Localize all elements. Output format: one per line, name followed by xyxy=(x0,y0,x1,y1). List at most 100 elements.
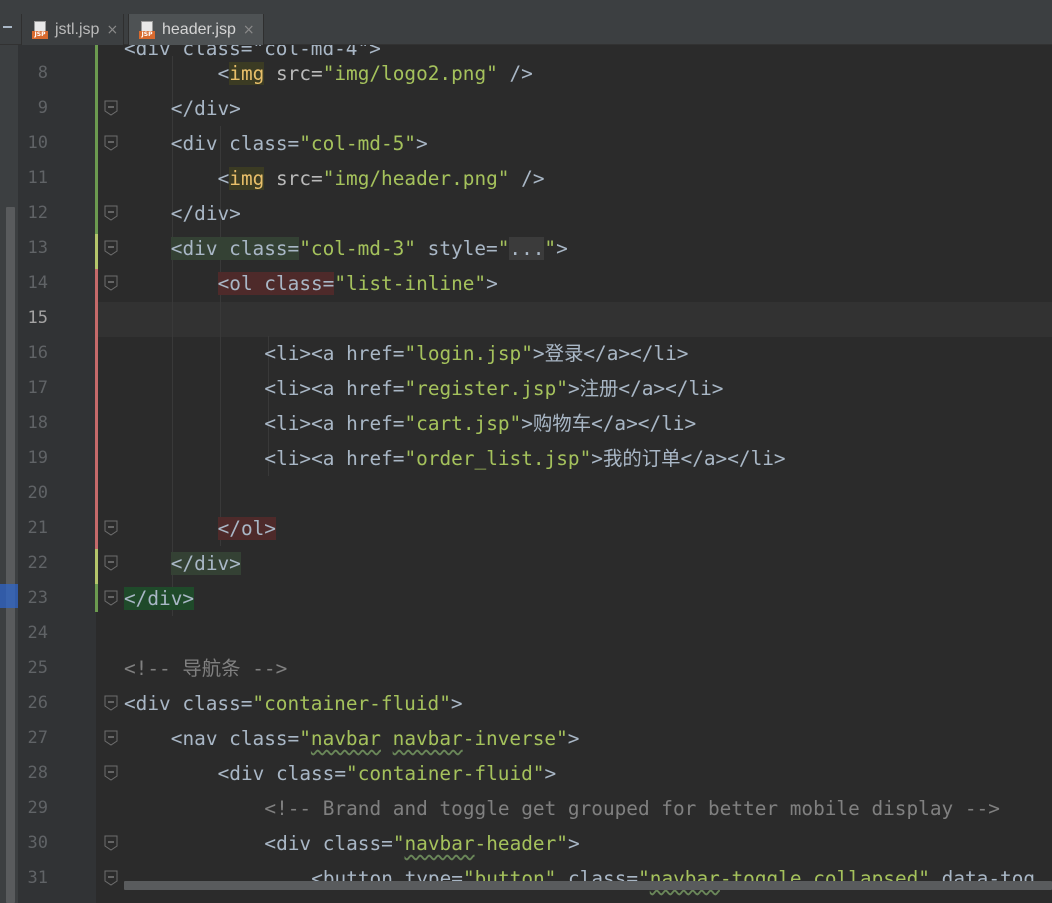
code-token: "container-fluid" xyxy=(346,762,545,785)
line-number: 25 xyxy=(27,658,48,678)
fold-toggle-icon[interactable] xyxy=(104,730,118,746)
code-line[interactable]: <!-- 导航条 --> xyxy=(124,651,287,686)
line-number: 31 xyxy=(27,868,48,888)
code-line[interactable]: <div class="container-fluid"> xyxy=(218,756,557,791)
code-token: < xyxy=(217,167,230,190)
code-token: ... xyxy=(509,237,545,260)
code-line[interactable]: </div> xyxy=(171,196,241,231)
fold-toggle-icon[interactable] xyxy=(104,520,118,536)
vcs-change-marker[interactable] xyxy=(95,584,98,612)
line-number: 20 xyxy=(27,483,48,503)
code-line[interactable]: <li><a href="order_list.jsp">我的订单</a></l… xyxy=(264,441,785,476)
vertical-scrollbar[interactable] xyxy=(6,207,15,903)
fold-toggle-icon[interactable] xyxy=(104,555,118,571)
jsp-file-icon: JSP xyxy=(32,20,50,39)
code-line[interactable]: <div class="col-md-3" style="..."> xyxy=(170,231,568,266)
code-line[interactable]: <div class="navbar-header"> xyxy=(264,826,579,861)
code-line[interactable]: <div class="col-md-5"> xyxy=(171,126,428,161)
code-line[interactable]: <nav class="navbar navbar-inverse"> xyxy=(171,721,580,756)
fold-toggle-icon[interactable] xyxy=(104,275,118,291)
code-token: -inverse" xyxy=(462,727,568,750)
tab-menu-icon[interactable] xyxy=(3,26,12,28)
code-token: img xyxy=(229,62,265,85)
code-token: > xyxy=(567,727,580,750)
code-token: <li><a href= xyxy=(264,342,405,365)
code-line[interactable]: <div class="container-fluid"> xyxy=(124,686,463,721)
code-token: <div class= xyxy=(170,132,300,155)
code-token: > xyxy=(567,832,580,855)
tab-label: header.jsp xyxy=(162,20,236,38)
line-number: 26 xyxy=(27,693,48,713)
code-token: <div class= xyxy=(217,762,347,785)
line-number: 12 xyxy=(27,203,48,223)
code-line[interactable]: <li><a href="login.jsp">登录</a></li> xyxy=(264,336,688,371)
tab-label: jstl.jsp xyxy=(55,20,100,38)
vcs-change-marker[interactable] xyxy=(95,234,98,269)
code-token: > xyxy=(415,132,428,155)
code-token: <div class= xyxy=(124,692,253,715)
tab-jstl-jsp[interactable]: JSP jstl.jsp × xyxy=(21,14,124,45)
line-number: 14 xyxy=(27,273,48,293)
line-number: 13 xyxy=(27,238,48,258)
code-line[interactable]: </ol> xyxy=(217,511,276,546)
fold-toggle-icon[interactable] xyxy=(104,100,118,116)
fold-toggle-icon[interactable] xyxy=(104,870,118,886)
code-token: style= xyxy=(415,237,498,260)
fold-toggle-icon[interactable] xyxy=(104,135,118,151)
tab-header-jsp[interactable]: JSP header.jsp × xyxy=(128,14,264,45)
code-line[interactable]: <li><a href="register.jsp">注册</a></li> xyxy=(264,371,723,406)
line-number: 29 xyxy=(27,798,48,818)
line-number: 16 xyxy=(27,343,48,363)
fold-toggle-icon[interactable] xyxy=(104,835,118,851)
line-number: 23 xyxy=(27,588,48,608)
code-line[interactable]: <button type="button" class="navbar-togg… xyxy=(311,861,1035,896)
vcs-change-marker[interactable] xyxy=(95,269,98,549)
code-line[interactable]: <ol class="list-inline"> xyxy=(217,266,498,301)
code-token: > xyxy=(556,237,568,260)
fold-toggle-icon[interactable] xyxy=(104,205,118,221)
line-number: 30 xyxy=(27,833,48,853)
fold-toggle-icon[interactable] xyxy=(104,765,118,781)
code-token: "cart.jsp" xyxy=(404,412,522,435)
line-number: 10 xyxy=(27,133,48,153)
horizontal-scrollbar[interactable] xyxy=(124,881,1052,890)
code-token: <li><a href= xyxy=(264,447,405,470)
code-token: navbar xyxy=(310,727,381,750)
fold-toggle-icon[interactable] xyxy=(104,240,118,256)
code-token: "order_list.jsp" xyxy=(404,447,592,470)
code-token: "img/logo2.png" xyxy=(322,62,498,85)
code-token: " xyxy=(544,237,557,260)
vcs-change-marker[interactable] xyxy=(95,45,98,234)
code-token: -header" xyxy=(474,832,568,855)
fold-toggle-icon[interactable] xyxy=(104,590,118,606)
code-line[interactable]: <!-- Brand and toggle get grouped for be… xyxy=(264,791,999,826)
code-line[interactable]: </div> xyxy=(171,91,241,126)
code-token: > xyxy=(486,272,498,295)
code-comment: <!-- 导航条 --> xyxy=(124,657,288,680)
close-icon[interactable]: × xyxy=(243,22,255,38)
code-token: " xyxy=(392,832,405,855)
scroll-position-marker xyxy=(0,584,18,608)
code-line[interactable]: <img src="img/header.png" /> xyxy=(218,161,545,196)
code-token: >我的订单</a></li> xyxy=(591,447,786,470)
code-token: >注册</a></li> xyxy=(567,377,724,400)
current-line-highlight xyxy=(96,302,1052,337)
code-token: navbar xyxy=(404,832,475,855)
vcs-change-marker[interactable] xyxy=(95,549,98,584)
code-line[interactable]: <img src="img/logo2.png" /> xyxy=(218,56,533,91)
code-token: " xyxy=(299,727,311,750)
line-number: 22 xyxy=(27,553,48,573)
code-line[interactable]: <li><a href="cart.jsp">购物车</a></li> xyxy=(264,406,696,441)
line-number: 8 xyxy=(37,63,48,83)
editor-tab-bar: JSP jstl.jsp × JSP header.jsp × xyxy=(0,0,1052,45)
close-icon[interactable]: × xyxy=(106,22,118,38)
code-token: </div> xyxy=(170,97,241,120)
fold-toggle-icon[interactable] xyxy=(104,695,118,711)
code-token: <nav class= xyxy=(170,727,300,750)
code-token: > xyxy=(544,762,557,785)
code-token: "col-md-3" xyxy=(299,237,416,260)
line-number: 28 xyxy=(27,763,48,783)
code-line[interactable]: </div> xyxy=(124,581,195,616)
code-line[interactable]: </div> xyxy=(170,546,241,581)
